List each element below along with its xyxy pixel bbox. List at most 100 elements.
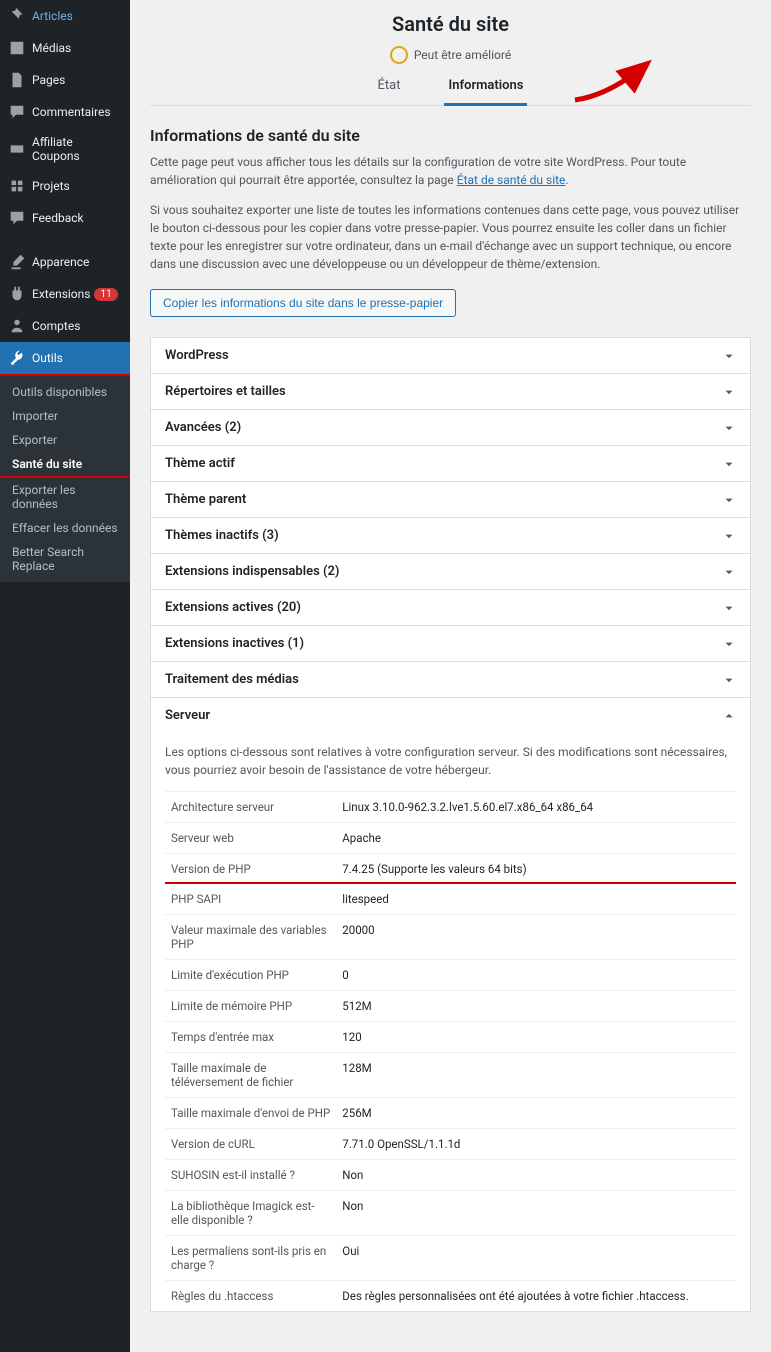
table-row: Architecture serveurLinux 3.10.0-962.3.2… <box>165 792 736 823</box>
info-label: Temps d'entrée max <box>165 1022 336 1053</box>
chevron-down-icon <box>722 349 736 363</box>
accordion-header[interactable]: Traitement des médias <box>151 662 750 697</box>
tools-icon <box>8 349 26 367</box>
info-value: Non <box>336 1191 736 1236</box>
accordion-section: Thèmes inactifs (3) <box>151 517 750 553</box>
submenu-item-effacer-les-données[interactable]: Effacer les données <box>0 516 130 540</box>
accordion-header[interactable]: WordPress <box>151 338 750 373</box>
accordion-section: Extensions indispensables (2) <box>151 553 750 589</box>
page-icon <box>8 71 26 89</box>
accordion-header[interactable]: Extensions indispensables (2) <box>151 554 750 589</box>
accordion-header-server[interactable]: Serveur <box>151 698 750 733</box>
accordion-header[interactable]: Thèmes inactifs (3) <box>151 518 750 553</box>
comment-icon <box>8 103 26 121</box>
server-description: Les options ci-dessous sont relatives à … <box>165 743 736 779</box>
sidebar-item-outils[interactable]: Outils <box>0 342 130 376</box>
sidebar-item-articles[interactable]: Articles <box>0 0 130 32</box>
sidebar-item-feedback[interactable]: Feedback <box>0 202 130 234</box>
chevron-down-icon <box>722 565 736 579</box>
accordion-header[interactable]: Répertoires et tailles <box>151 374 750 409</box>
info-label: Règles du .htaccess <box>165 1281 336 1312</box>
accordion-header[interactable]: Extensions inactives (1) <box>151 626 750 661</box>
table-row: Règles du .htaccessDes règles personnali… <box>165 1281 736 1312</box>
info-value: 20000 <box>336 915 736 960</box>
table-row: Taille maximale de téléversement de fich… <box>165 1053 736 1098</box>
pin-icon <box>8 7 26 25</box>
info-value: Non <box>336 1160 736 1191</box>
sidebar-item-extensions[interactable]: Extensions11 <box>0 278 130 310</box>
table-row: SUHOSIN est-il installé ?Non <box>165 1160 736 1191</box>
table-row: Version de cURL7.71.0 OpenSSL/1.1.1d <box>165 1129 736 1160</box>
submenu-item-santé-du-site[interactable]: Santé du site <box>0 452 130 478</box>
chevron-down-icon <box>722 457 736 471</box>
info-label: Architecture serveur <box>165 792 336 823</box>
tab-status[interactable]: État <box>374 78 405 105</box>
sidebar-item-comptes[interactable]: Comptes <box>0 310 130 342</box>
sidebar-item-médias[interactable]: Médias <box>0 32 130 64</box>
status-circle-icon <box>390 46 408 64</box>
info-value: 7.71.0 OpenSSL/1.1.1d <box>336 1129 736 1160</box>
table-row: Temps d'entrée max120 <box>165 1022 736 1053</box>
sidebar-item-commentaires[interactable]: Commentaires <box>0 96 130 128</box>
tab-info[interactable]: Informations <box>444 78 527 106</box>
copy-site-info-button[interactable]: Copier les informations du site dans le … <box>150 289 456 317</box>
table-row: Limite d'exécution PHP0 <box>165 960 736 991</box>
info-value: 120 <box>336 1022 736 1053</box>
info-label: Valeur maximale des variables PHP <box>165 915 336 960</box>
submenu-item-importer[interactable]: Importer <box>0 404 130 428</box>
table-row: Serveur webApache <box>165 823 736 854</box>
submenu-item-exporter-les-données[interactable]: Exporter les données <box>0 478 130 516</box>
accordion-section: Traitement des médias <box>151 661 750 697</box>
chevron-down-icon <box>722 673 736 687</box>
sidebar-item-projets[interactable]: Projets <box>0 170 130 202</box>
chevron-down-icon <box>722 493 736 507</box>
site-health-status-link[interactable]: État de santé du site <box>457 173 566 187</box>
accordion-header[interactable]: Thème actif <box>151 446 750 481</box>
sidebar-item-pages[interactable]: Pages <box>0 64 130 96</box>
info-label: Taille maximale de téléversement de fich… <box>165 1053 336 1098</box>
chevron-down-icon <box>722 529 736 543</box>
info-value: 512M <box>336 991 736 1022</box>
info-label: Version de PHP <box>165 854 336 884</box>
site-health-status: Peut être amélioré <box>150 46 751 64</box>
submenu-item-better-search-replace[interactable]: Better Search Replace <box>0 540 130 578</box>
info-label: La bibliothèque Imagick est-elle disponi… <box>165 1191 336 1236</box>
info-value: Oui <box>336 1236 736 1281</box>
submenu-tools: Outils disponiblesImporterExporterSanté … <box>0 376 130 582</box>
plugin-icon <box>8 285 26 303</box>
status-text: Peut être amélioré <box>414 48 511 62</box>
sidebar-item-apparence[interactable]: Apparence <box>0 246 130 278</box>
chevron-up-icon <box>722 709 736 723</box>
accordion-section: Thème actif <box>151 445 750 481</box>
table-row: Valeur maximale des variables PHP20000 <box>165 915 736 960</box>
page-title: Santé du site <box>150 12 751 36</box>
media-icon <box>8 39 26 57</box>
accordion-header[interactable]: Avancées (2) <box>151 410 750 445</box>
accordion-header[interactable]: Thème parent <box>151 482 750 517</box>
chevron-down-icon <box>722 601 736 615</box>
info-label: Taille maximale d'envoi de PHP <box>165 1098 336 1129</box>
info-value: Des règles personnalisées ont été ajouté… <box>336 1281 736 1312</box>
table-row: La bibliothèque Imagick est-elle disponi… <box>165 1191 736 1236</box>
chevron-down-icon <box>722 637 736 651</box>
projects-icon <box>8 177 26 195</box>
info-value: litespeed <box>336 883 736 915</box>
accordion-header[interactable]: Extensions actives (20) <box>151 590 750 625</box>
sidebar-item-affiliate-coupons[interactable]: Affiliate Coupons <box>0 128 130 170</box>
info-label: Limite d'exécution PHP <box>165 960 336 991</box>
accordion-section-server: Serveur Les options ci-dessous sont rela… <box>151 697 750 1311</box>
chevron-down-icon <box>722 385 736 399</box>
submenu-item-outils-disponibles[interactable]: Outils disponibles <box>0 380 130 404</box>
info-value: 256M <box>336 1098 736 1129</box>
submenu-item-exporter[interactable]: Exporter <box>0 428 130 452</box>
accordion-body-server: Les options ci-dessous sont relatives à … <box>151 733 750 1311</box>
feedback-icon <box>8 209 26 227</box>
info-value: 7.4.25 (Supporte les valeurs 64 bits) <box>336 854 736 884</box>
table-row: PHP SAPIlitespeed <box>165 883 736 915</box>
main-content: Santé du site Peut être amélioré État In… <box>130 0 771 1352</box>
chevron-down-icon <box>722 421 736 435</box>
site-health-tabs: État Informations <box>150 78 751 106</box>
info-label: PHP SAPI <box>165 883 336 915</box>
info-label: Les permaliens sont-ils pris en charge ? <box>165 1236 336 1281</box>
server-info-table: Architecture serveurLinux 3.10.0-962.3.2… <box>165 791 736 1311</box>
